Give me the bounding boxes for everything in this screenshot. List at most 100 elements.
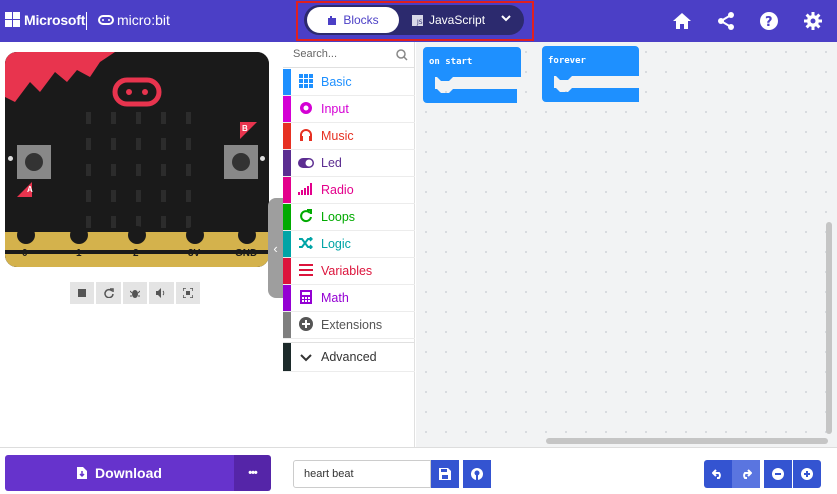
tab-blocks[interactable]: Blocks xyxy=(307,7,399,33)
category-label: Advanced xyxy=(321,350,377,364)
category-led[interactable]: Led xyxy=(283,150,415,177)
toggle-icon xyxy=(291,156,321,171)
search-icon[interactable] xyxy=(396,49,408,61)
download-more-button[interactable]: ••• xyxy=(234,455,271,491)
microbit-board[interactable]: A B 0 1 2 3V GND xyxy=(5,52,269,267)
zoom-in-icon xyxy=(801,468,813,480)
category-color-bar xyxy=(283,343,291,371)
simulator-toolbar xyxy=(70,282,201,304)
help-icon[interactable]: ? xyxy=(757,9,781,33)
collapse-simulator-button[interactable]: ‹ xyxy=(268,198,283,298)
board-edge-dot xyxy=(260,156,265,161)
home-icon[interactable] xyxy=(670,9,694,33)
category-label: Loops xyxy=(321,210,356,224)
tab-javascript-label: JavaScript xyxy=(429,13,486,27)
search-input[interactable]: Search... xyxy=(293,48,337,60)
category-basic[interactable]: Basic xyxy=(283,69,415,96)
redo-icon xyxy=(743,469,752,479)
zoom-in-button[interactable] xyxy=(793,460,821,488)
shuffle-icon xyxy=(291,235,321,252)
undo-button[interactable] xyxy=(704,460,732,488)
category-color-bar xyxy=(283,96,291,122)
category-label: Math xyxy=(321,291,349,305)
github-button[interactable] xyxy=(463,460,491,488)
plus-circle-icon xyxy=(291,316,321,334)
fullscreen-icon[interactable] xyxy=(175,282,201,304)
category-label: Basic xyxy=(321,75,352,89)
category-loops[interactable]: Loops xyxy=(283,204,415,231)
redo-button[interactable] xyxy=(732,460,760,488)
vertical-scrollbar[interactable] xyxy=(826,222,832,434)
settings-icon[interactable] xyxy=(801,9,825,33)
category-color-bar xyxy=(283,150,291,176)
stop-icon[interactable] xyxy=(70,282,95,304)
category-variables[interactable]: Variables xyxy=(283,258,415,285)
save-button[interactable] xyxy=(431,460,459,488)
footer-bar: Download ••• heart beat xyxy=(0,447,837,494)
category-label: Radio xyxy=(321,183,354,197)
tab-blocks-label: Blocks xyxy=(343,13,379,27)
pin-1-label[interactable]: 1 xyxy=(76,248,82,259)
category-logic[interactable]: Logic xyxy=(283,231,415,258)
microbit-brand[interactable]: micro:bit xyxy=(117,12,170,28)
category-advanced[interactable]: Advanced xyxy=(283,342,415,372)
sound-icon[interactable] xyxy=(149,282,174,304)
chevron-left-icon: ‹ xyxy=(273,240,278,256)
svg-text:?: ? xyxy=(765,15,773,30)
button-b-label: B xyxy=(242,124,248,133)
list-icon xyxy=(291,263,321,279)
category-math[interactable]: Math xyxy=(283,285,415,312)
category-color-bar xyxy=(283,204,291,230)
javascript-icon: JS xyxy=(412,14,423,26)
refresh-icon xyxy=(291,208,321,226)
share-icon[interactable] xyxy=(714,9,738,33)
category-label: Variables xyxy=(321,264,373,278)
editor-toggle: Blocks JS JavaScript xyxy=(304,5,524,35)
header-bar: Microsoft micro:bit Blocks JS JavaScript… xyxy=(0,0,837,42)
puzzle-icon xyxy=(328,15,337,25)
project-name-value: heart beat xyxy=(304,468,354,480)
zoom-out-icon xyxy=(772,468,784,480)
category-color-bar xyxy=(283,285,291,311)
category-music[interactable]: Music xyxy=(283,123,415,150)
pin-0-label[interactable]: 0 xyxy=(22,248,28,259)
category-label: Music xyxy=(321,129,354,143)
category-color-bar xyxy=(283,258,291,284)
category-input[interactable]: Input xyxy=(283,96,415,123)
pin-2-label[interactable]: 2 xyxy=(133,248,139,259)
blocks-workspace[interactable]: on start forever xyxy=(416,42,837,447)
download-button[interactable]: Download xyxy=(5,455,234,491)
input-icon xyxy=(291,101,321,118)
toolbox-search[interactable]: Search... xyxy=(283,42,415,68)
restart-icon[interactable] xyxy=(96,282,121,304)
category-color-bar xyxy=(283,177,291,203)
pin-3v-label: 3V xyxy=(188,248,201,259)
horizontal-scrollbar[interactable] xyxy=(546,438,828,444)
category-label: Input xyxy=(321,102,349,116)
microbit-logo-icon xyxy=(98,15,114,25)
category-label: Extensions xyxy=(321,318,383,332)
button-a-label: A xyxy=(27,185,33,194)
chevron-down-icon[interactable] xyxy=(500,12,512,27)
signal-icon xyxy=(291,182,321,198)
on-start-label: on start xyxy=(429,57,473,67)
chevron-down-icon xyxy=(291,350,321,365)
category-color-bar xyxy=(283,69,291,95)
zoom-out-button[interactable] xyxy=(764,460,792,488)
save-icon xyxy=(439,468,451,480)
category-color-bar xyxy=(283,312,291,338)
category-extensions[interactable]: Extensions xyxy=(283,312,415,339)
debug-icon[interactable] xyxy=(122,282,148,304)
category-label: Led xyxy=(321,156,342,170)
category-radio[interactable]: Radio xyxy=(283,177,415,204)
tab-javascript[interactable]: JS JavaScript xyxy=(412,7,494,33)
forever-label: forever xyxy=(548,56,586,66)
project-name-input[interactable]: heart beat xyxy=(293,460,431,488)
download-label: Download xyxy=(95,465,162,481)
board-edge-dot xyxy=(8,156,13,161)
category-color-bar xyxy=(283,123,291,149)
svg-text:JS: JS xyxy=(416,19,423,26)
microsoft-logo-icon xyxy=(5,12,21,28)
microsoft-brand: Microsoft xyxy=(24,12,86,28)
more-icon: ••• xyxy=(248,467,258,479)
